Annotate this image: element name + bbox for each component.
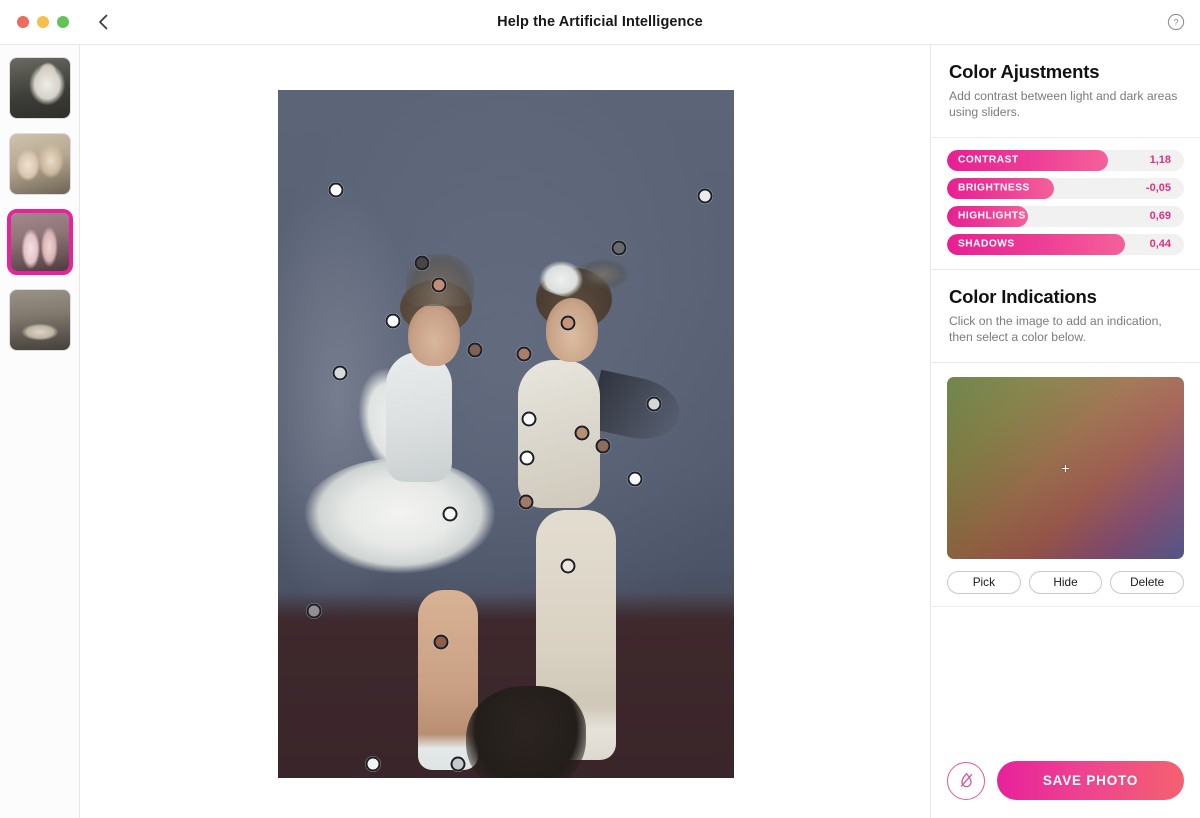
color-indication-marker[interactable]	[646, 396, 662, 412]
thumbnail-image	[9, 58, 70, 118]
color-indication-marker[interactable]	[442, 506, 458, 522]
sidebar-item-thumb-2[interactable]	[8, 133, 71, 195]
color-indication-marker[interactable]	[697, 188, 713, 204]
close-button[interactable]	[17, 16, 29, 28]
delete-button[interactable]: Delete	[1110, 570, 1185, 594]
color-indication-marker[interactable]	[365, 756, 381, 772]
thumbnail-image	[9, 290, 70, 350]
color-indications-title: Color Indications	[949, 285, 1097, 307]
svg-text:?: ?	[1173, 18, 1178, 29]
sidebar-item-thumb-1[interactable]	[8, 57, 71, 119]
color-indication-marker[interactable]	[414, 255, 430, 271]
color-indication-marker[interactable]	[467, 342, 483, 358]
color-adjustments-header: Color Ajustments Add contrast between li…	[931, 45, 1200, 138]
photo-canvas	[80, 45, 930, 818]
slider-value: 0,44	[1149, 238, 1171, 251]
slider-highlights[interactable]: HIGHLIGHTS 0,69	[947, 205, 1184, 227]
color-picker-area: + Pick Hide Delete	[931, 363, 1200, 607]
color-indication-marker[interactable]	[450, 756, 466, 772]
app-window: Help the Artificial Intelligence ? Color…	[0, 0, 1200, 818]
page-title: Help the Artificial Intelligence	[497, 14, 703, 30]
sidebar-item-thumb-4[interactable]	[8, 289, 71, 351]
reset-color-button[interactable]	[947, 761, 985, 800]
chevron-left-icon	[98, 14, 107, 30]
slider-contrast[interactable]: CONTRAST 1,18	[947, 149, 1184, 171]
color-indication-marker[interactable]	[306, 603, 322, 619]
color-indication-marker[interactable]	[332, 365, 348, 381]
minimize-button[interactable]	[37, 16, 49, 28]
zoom-button[interactable]	[57, 16, 69, 28]
back-button[interactable]	[92, 11, 114, 33]
color-indication-marker[interactable]	[518, 494, 534, 510]
sidebar-item-thumb-3[interactable]	[6, 209, 73, 275]
color-indication-marker[interactable]	[385, 313, 401, 329]
pick-button[interactable]: Pick	[947, 570, 1021, 594]
plus-crosshair-icon: +	[1061, 459, 1070, 476]
color-indications-description: Click on the image to add an indication,…	[949, 313, 1162, 345]
slider-label: CONTRAST	[958, 154, 1019, 166]
color-indication-marker[interactable]	[328, 182, 344, 198]
picker-button-row: Pick Hide Delete	[947, 570, 1185, 594]
color-indication-marker[interactable]	[611, 240, 627, 256]
indication-marker-layer	[278, 90, 734, 778]
adjustment-sliders: CONTRAST 1,18 BRIGHTNESS -0,05 HIGHLIGHTS 0,6…	[931, 138, 1200, 270]
thumbnail-image	[10, 213, 69, 271]
slider-value: 0,69	[1149, 210, 1171, 223]
slider-label: HIGHLIGHTS	[958, 210, 1026, 222]
no-color-droplet-icon	[960, 773, 972, 788]
color-adjustments-title: Color Ajustments	[949, 61, 1100, 82]
color-indication-marker[interactable]	[431, 277, 447, 293]
color-picker-swatch[interactable]: +	[947, 376, 1184, 559]
color-indication-marker[interactable]	[516, 346, 532, 362]
color-indication-marker[interactable]	[595, 438, 611, 454]
slider-value: -0,05	[1145, 182, 1171, 195]
thumbnail-image	[9, 134, 70, 194]
photo-container[interactable]	[278, 90, 734, 778]
color-indication-marker[interactable]	[519, 450, 535, 466]
color-indication-marker[interactable]	[574, 425, 590, 441]
help-button[interactable]: ?	[1167, 13, 1185, 31]
thumbnail-sidebar	[0, 45, 80, 818]
save-photo-button[interactable]: SAVE PHOTO	[997, 761, 1184, 800]
color-indication-marker[interactable]	[560, 315, 576, 331]
slider-shadows[interactable]: SHADOWS 0,44	[947, 233, 1184, 255]
color-indication-marker[interactable]	[433, 634, 449, 650]
question-circle-icon: ?	[1167, 13, 1185, 31]
color-indication-marker[interactable]	[560, 558, 576, 574]
color-indication-marker[interactable]	[521, 411, 537, 427]
main-body: Color Ajustments Add contrast between li…	[0, 45, 1200, 818]
hide-button[interactable]: Hide	[1028, 570, 1103, 594]
tools-panel: Color Ajustments Add contrast between li…	[930, 45, 1200, 818]
panel-spacer	[931, 607, 1200, 761]
panel-footer: SAVE PHOTO	[931, 761, 1200, 818]
slider-label: BRIGHTNESS	[958, 182, 1030, 194]
slider-value: 1,18	[1149, 154, 1171, 167]
slider-brightness[interactable]: BRIGHTNESS -0,05	[947, 177, 1184, 199]
color-adjustments-description: Add contrast between light and dark area…	[949, 89, 1178, 120]
slider-label: SHADOWS	[958, 238, 1015, 250]
color-indication-marker[interactable]	[627, 471, 643, 487]
color-indications-header: Color Indications Click on the image to …	[931, 270, 1200, 363]
window-controls[interactable]	[17, 16, 69, 28]
title-bar: Help the Artificial Intelligence ?	[0, 0, 1200, 45]
